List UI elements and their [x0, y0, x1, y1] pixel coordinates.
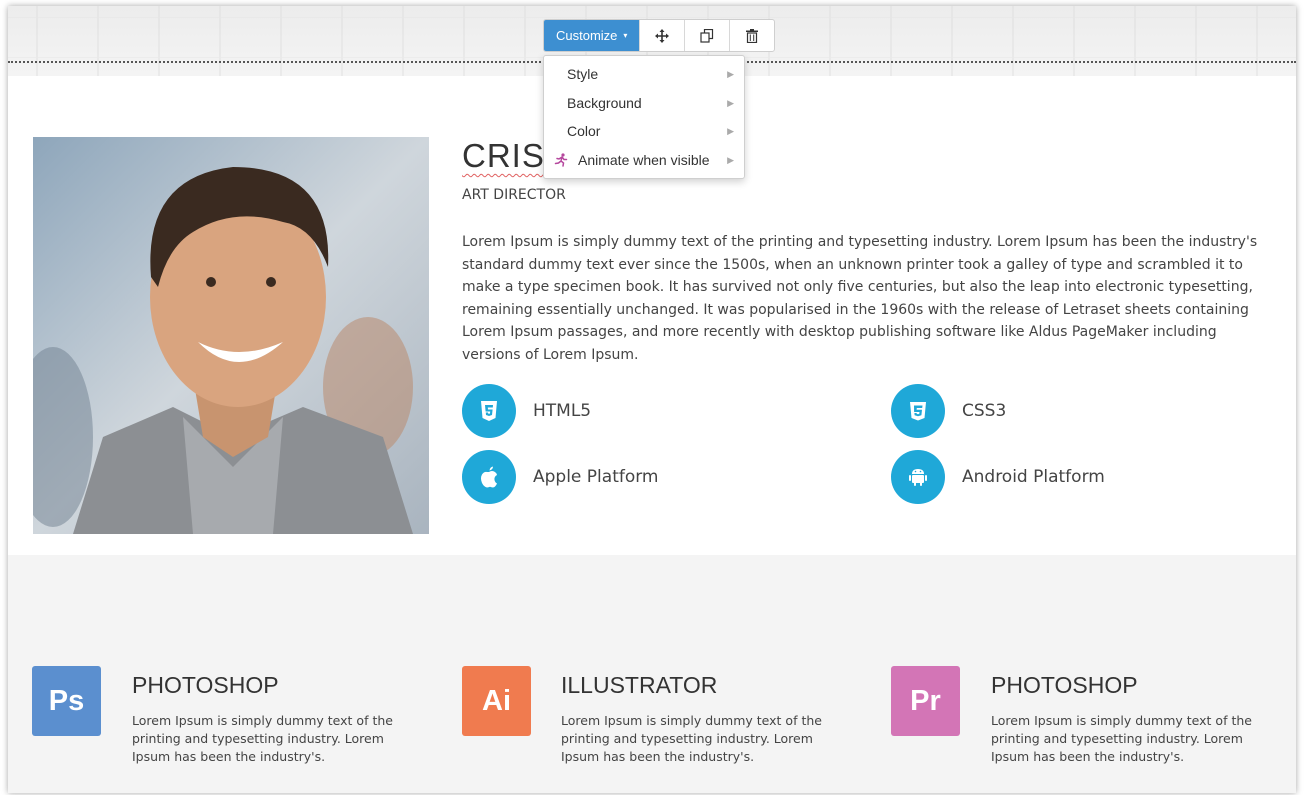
- premiere-icon: Pr: [891, 666, 960, 736]
- app-title[interactable]: PHOTOSHOP: [991, 672, 1138, 699]
- chevron-right-icon: ▶: [727, 69, 734, 79]
- customize-label: Customize: [556, 28, 618, 43]
- customize-dropdown-menu: Style ▶ Background ▶ Color ▶ Animate whe…: [543, 55, 745, 179]
- profile-bio[interactable]: Lorem Ipsum is simply dummy text of the …: [462, 231, 1277, 367]
- menu-item-color[interactable]: Color ▶: [544, 117, 744, 146]
- menu-item-style[interactable]: Style ▶: [544, 60, 744, 89]
- menu-item-label: Animate when visible: [578, 151, 710, 168]
- app-abbr: Pr: [910, 684, 941, 717]
- skill-label: Android Platform: [962, 467, 1105, 487]
- apple-icon: [462, 450, 516, 504]
- app-abbr: Ai: [482, 684, 511, 717]
- skill-label: Apple Platform: [533, 467, 659, 487]
- move-button[interactable]: [639, 20, 684, 51]
- page-frame: Customize ▾ Style ▶ Background ▶ Color ▶…: [8, 6, 1296, 793]
- css3-icon: [891, 384, 945, 438]
- trash-icon: [746, 28, 759, 43]
- running-person-icon: [554, 146, 568, 177]
- chevron-right-icon: ▶: [727, 154, 734, 165]
- illustrator-icon: Ai: [462, 666, 531, 736]
- app-description[interactable]: Lorem Ipsum is simply dummy text of the …: [561, 712, 851, 766]
- move-icon: [655, 28, 670, 43]
- duplicate-button[interactable]: [684, 20, 729, 51]
- app-title[interactable]: ILLUSTRATOR: [561, 672, 717, 699]
- chevron-right-icon: ▶: [727, 97, 734, 108]
- menu-item-background[interactable]: Background ▶: [544, 89, 744, 118]
- skill-item-html5: HTML5: [462, 384, 591, 438]
- app-title[interactable]: PHOTOSHOP: [132, 672, 279, 699]
- copy-icon: [700, 28, 714, 43]
- skill-item-android: Android Platform: [891, 450, 1105, 504]
- profile-photo: [33, 137, 429, 534]
- skill-item-css3: CSS3: [891, 384, 1006, 438]
- skill-item-apple: Apple Platform: [462, 450, 659, 504]
- app-description[interactable]: Lorem Ipsum is simply dummy text of the …: [991, 712, 1281, 766]
- chevron-down-icon: ▾: [623, 31, 628, 40]
- android-icon: [891, 450, 945, 504]
- app-abbr: Ps: [48, 684, 85, 717]
- menu-item-label: Color: [567, 123, 601, 139]
- customize-button[interactable]: Customize ▾: [544, 20, 640, 51]
- photoshop-icon: Ps: [32, 666, 101, 736]
- delete-button[interactable]: [729, 20, 774, 51]
- skill-label: CSS3: [962, 401, 1007, 421]
- profile-role[interactable]: ART DIRECTOR: [462, 187, 566, 203]
- portrait-illustration: [33, 137, 429, 534]
- apps-section[interactable]: Ps PHOTOSHOP Lorem Ipsum is simply dummy…: [8, 555, 1296, 793]
- html5-icon: [462, 384, 516, 438]
- chevron-right-icon: ▶: [727, 126, 734, 136]
- app-description[interactable]: Lorem Ipsum is simply dummy text of the …: [132, 712, 422, 766]
- menu-item-label: Background: [567, 94, 642, 111]
- block-toolbar: Customize ▾: [543, 19, 776, 52]
- menu-item-label: Style: [567, 66, 599, 82]
- menu-item-animate[interactable]: Animate when visible ▶: [544, 146, 744, 175]
- skill-label: HTML5: [533, 401, 592, 421]
